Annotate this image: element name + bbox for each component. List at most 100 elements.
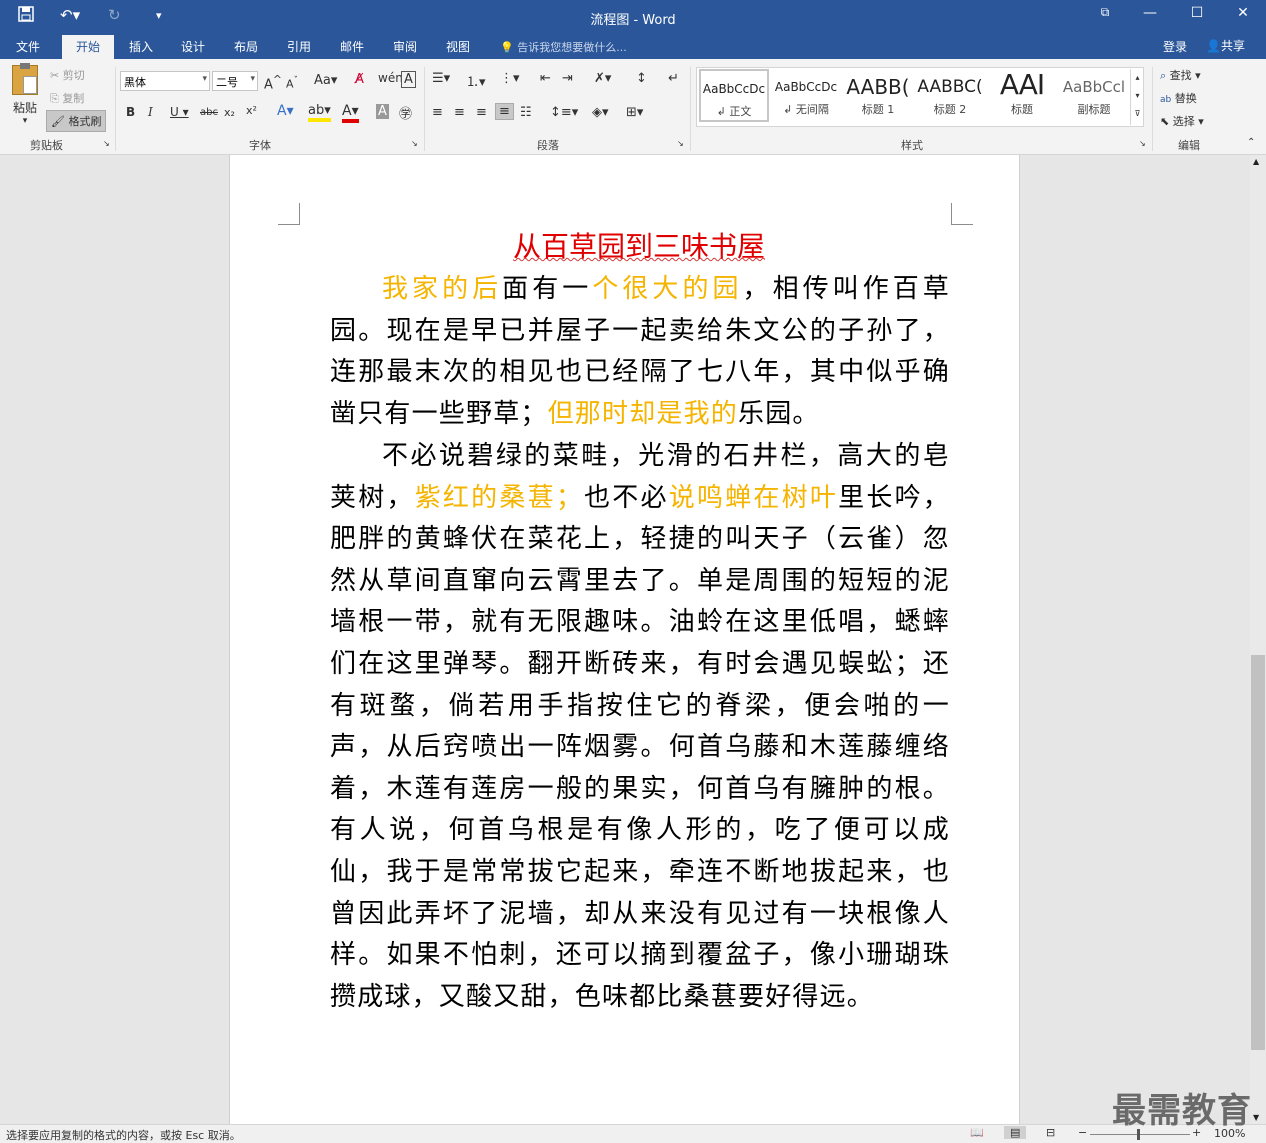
multilevel-list-icon[interactable]: ⋮▾ [500,71,520,86]
font-color-icon[interactable]: A▾ [342,103,359,123]
format-painter-button[interactable]: 🖌 格式刷 [46,110,107,132]
tab-references[interactable]: 引用 [287,38,311,55]
tell-me-search[interactable]: 💡 告诉我您想要做什么... [500,39,627,55]
status-message: 选择要应用复制的格式的内容，或按 Esc 取消。 [6,1129,241,1142]
justify-icon[interactable]: ≡ [495,103,514,120]
clipboard-icon [12,63,38,95]
line-spacing-icon[interactable]: ↕≡▾ [550,105,578,120]
dialog-launcher-icon[interactable]: ↘ [677,139,684,148]
change-case-icon[interactable]: Aa▾ [314,73,337,88]
align-left-icon[interactable]: ≡ [432,105,443,120]
find-button[interactable]: ⌕ 查找 ▾ [1160,67,1201,83]
clear-formatting-icon[interactable]: A̸ [355,72,364,87]
subscript-icon[interactable]: x₂ [224,106,235,119]
zoom-out-icon[interactable]: − [1078,1126,1087,1139]
style-heading-2[interactable]: AABBC( 标题 2 [915,69,985,122]
scroll-up-icon[interactable]: ▲ [1253,157,1259,166]
margin-corner-mark [278,203,300,225]
phonetic-guide-icon[interactable]: wén [378,71,403,85]
align-right-icon[interactable]: ≡ [476,105,487,120]
style-no-spacing[interactable]: AaBbCcDc ↲ 无间隔 [771,69,841,122]
paste-button[interactable]: 粘贴 ▾ [10,63,40,126]
highlighted-text: 我家的后 [382,274,503,304]
style-heading-1[interactable]: AABB( 标题 1 [843,69,913,122]
tab-review[interactable]: 审阅 [393,38,417,55]
show-marks-icon[interactable]: ↵ [668,71,679,86]
tab-file[interactable]: 文件 [16,38,40,55]
minimize-button[interactable]: — [1135,5,1165,21]
bullets-icon[interactable]: ☰▾ [432,71,450,86]
margin-corner-mark [951,203,973,225]
dialog-launcher-icon[interactable]: ↘ [1139,139,1146,148]
italic-icon[interactable]: I [148,105,153,119]
tab-view[interactable]: 视图 [446,38,470,55]
web-layout-icon[interactable]: ⊟ [1046,1126,1055,1139]
numbering-icon[interactable]: ⒈▾ [466,71,486,90]
style-subtitle[interactable]: AaBbCcl 副标题 [1059,69,1129,122]
superscript-icon[interactable]: x² [246,104,257,117]
document-page[interactable]: 从百草园到三味书屋 我家的后面有一个很大的园，相传叫作百草园。现在是早已并屋子一… [229,155,1020,1124]
close-button[interactable]: ✕ [1228,5,1258,21]
style-title[interactable]: AAI 标题 [987,69,1057,122]
tab-mailings[interactable]: 邮件 [340,38,364,55]
copy-button[interactable]: ⎘ 复制 [50,90,84,106]
login-link[interactable]: 登录 [1163,38,1187,55]
watermark: 最需教育 [1112,1091,1252,1131]
tab-home[interactable]: 开始 [62,35,115,59]
print-layout-icon[interactable]: ▤ [1004,1126,1027,1139]
styles-scroll[interactable]: ▴ ▾ ⊽ [1130,69,1144,125]
zoom-slider[interactable] [1090,1134,1190,1135]
increase-indent-icon[interactable]: ⇥ [562,71,573,86]
body-text: 面有一 [502,274,593,304]
ribbon-display-options-icon[interactable]: ⧉ [1090,5,1120,20]
replace-button[interactable]: ab 替换 [1160,90,1197,106]
paragraph-2[interactable]: 不必说碧绿的菜畦，光滑的石井栏，高大的皂荚树，紫红的桑葚；也不必说鸣蝉在树叶里长… [330,436,950,1018]
style-preview: AAI [999,69,1045,99]
scrollbar-thumb[interactable] [1251,655,1265,1050]
underline-icon[interactable]: U ▾ [170,105,189,119]
paragraph-1[interactable]: 我家的后面有一个很大的园，相传叫作百草园。现在是早已并屋子一起卖给朱文公的子孙了… [330,269,950,435]
read-mode-icon[interactable]: 📖 [970,1126,984,1139]
share-button[interactable]: 👤共享 [1206,37,1245,54]
replace-icon: ab [1160,95,1172,105]
scroll-down-icon[interactable]: ▼ [1253,1113,1259,1122]
tab-insert[interactable]: 插入 [129,38,153,55]
document-heading[interactable]: 从百草园到三味书屋 [330,225,948,269]
font-family-select[interactable]: 黑体 ▾ [120,71,210,91]
maximize-button[interactable]: ☐ [1182,5,1212,21]
cut-label: 剪切 [62,69,85,82]
grow-font-icon[interactable]: A^ [264,73,282,92]
chinese-layout-icon[interactable]: ✗▾ [594,71,611,86]
character-border-icon[interactable]: A [401,71,416,88]
dialog-launcher-icon[interactable]: ↘ [411,139,418,148]
align-center-icon[interactable]: ≡ [454,105,465,120]
tab-layout[interactable]: 布局 [234,38,258,55]
sort-icon[interactable]: ↕ [636,71,647,86]
select-button[interactable]: ⬉ 选择 ▾ [1160,113,1204,129]
borders-icon[interactable]: ⊞▾ [626,105,643,120]
tab-design[interactable]: 设计 [181,38,205,55]
collapse-ribbon-icon[interactable]: ⌃ [1247,137,1255,148]
highlight-color-icon[interactable]: ab▾ [308,103,331,122]
cut-button[interactable]: ✂ 剪切 [50,67,85,83]
decrease-indent-icon[interactable]: ⇤ [540,71,551,86]
distributed-icon[interactable]: ☷ [520,105,532,120]
font-family-value: 黑体 [124,76,146,89]
bold-icon[interactable]: B [126,105,135,119]
body-text: 也不必 [583,482,669,513]
shading-icon[interactable]: ◈▾ [592,105,609,120]
enclose-characters-icon[interactable]: ㊫ [399,103,412,122]
style-normal[interactable]: AaBbCcDc ↲ 正文 [699,69,769,122]
copy-label: 复制 [62,92,85,105]
dialog-launcher-icon[interactable]: ↘ [103,139,110,148]
text-effects-icon[interactable]: A▾ [277,103,294,119]
strikethrough-icon[interactable]: abc [200,107,218,118]
style-preview: AaBbCcDc [774,80,838,94]
find-label: 查找 [1169,69,1192,82]
person-add-icon: 👤 [1206,39,1221,53]
character-shading-icon[interactable]: A [376,104,389,119]
copy-icon: ⎘ [50,92,59,105]
ribbon-home: 粘贴 ▾ ✂ 剪切 ⎘ 复制 🖌 格式刷 剪贴板 ↘ 黑体 ▾ 二号 ▾ A^ Aˇ… [0,59,1266,155]
font-size-select[interactable]: 二号 ▾ [212,71,258,91]
shrink-font-icon[interactable]: Aˇ [286,75,298,91]
